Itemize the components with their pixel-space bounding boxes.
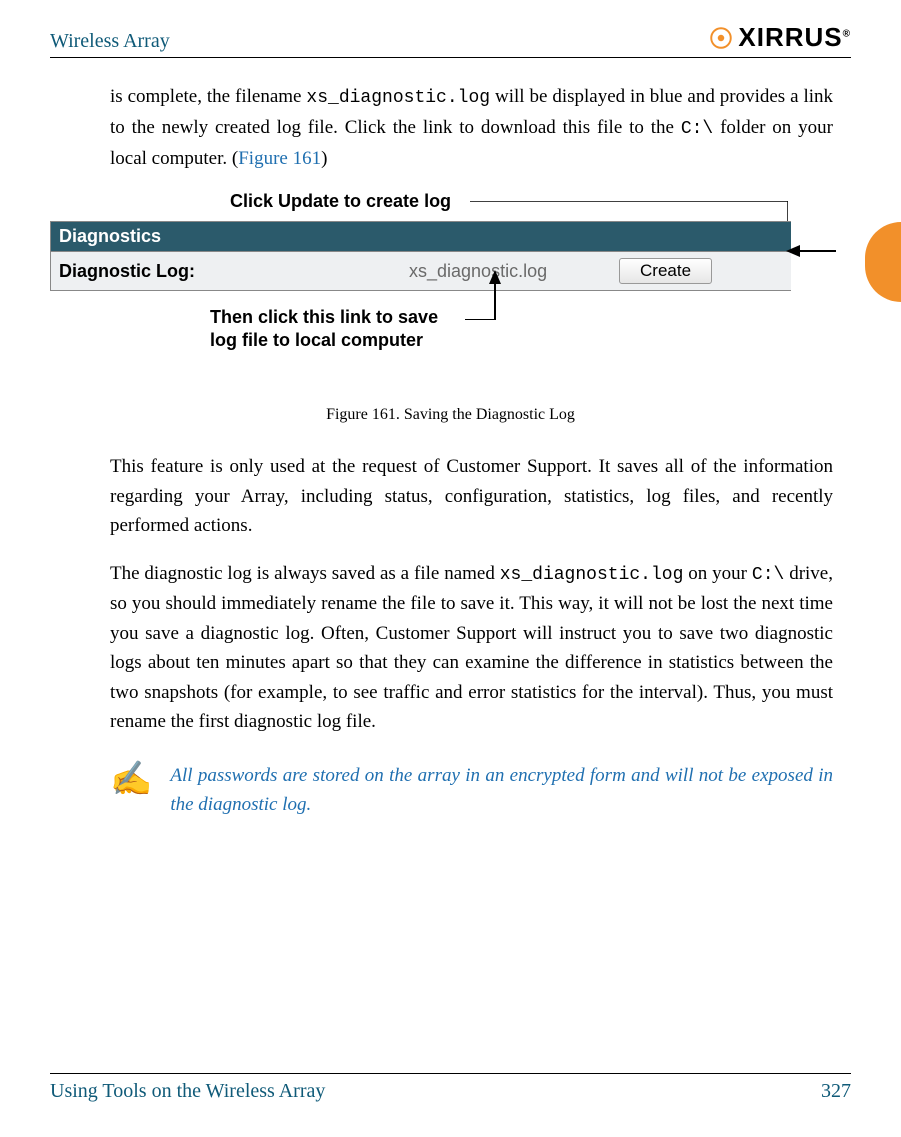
note-text: All passwords are stored on the array in…	[170, 761, 833, 820]
footer-section: Using Tools on the Wireless Array	[50, 1080, 325, 1103]
brand-mark-icon	[708, 25, 734, 51]
page-footer: Using Tools on the Wireless Array 327	[50, 1073, 851, 1103]
side-tab	[865, 222, 901, 302]
page-header: Wireless Array XIRRUS®	[50, 22, 851, 58]
paragraph-2: The diagnostic log is always saved as a …	[110, 559, 833, 737]
figure-caption: Figure 161. Saving the Diagnostic Log	[50, 406, 851, 424]
filename-code: xs_diagnostic.log	[306, 88, 490, 108]
brand-logo: XIRRUS®	[708, 22, 851, 53]
diagnostic-log-label: Diagnostic Log:	[59, 261, 409, 282]
diagnostic-file-link[interactable]: xs_diagnostic.log	[409, 261, 619, 282]
header-title: Wireless Array	[50, 30, 170, 53]
figure-161: Click Update to create log Diagnostics D…	[50, 191, 851, 424]
create-button[interactable]: Create	[619, 258, 712, 284]
annotation-top: Click Update to create log	[230, 191, 451, 212]
paragraph-1: This feature is only used at the request…	[110, 452, 833, 540]
filename-code-2: xs_diagnostic.log	[500, 565, 684, 585]
diagnostic-row: Diagnostic Log: xs_diagnostic.log Create	[51, 251, 791, 290]
intro-paragraph: is complete, the filename xs_diagnostic.…	[110, 82, 833, 173]
annotation-bottom: Then click this link to save log file to…	[210, 306, 438, 351]
diagnostics-panel: Diagnostics Diagnostic Log: xs_diagnosti…	[50, 221, 791, 291]
figure-reference[interactable]: Figure 161	[238, 148, 321, 169]
arrow-left-icon	[786, 241, 836, 261]
brand-name: XIRRUS®	[738, 22, 851, 53]
note-hand-icon: ✍	[110, 763, 152, 797]
note-block: ✍ All passwords are stored on the array …	[110, 761, 833, 820]
folder-code: C:\	[681, 119, 713, 139]
footer-page-number: 327	[821, 1080, 851, 1103]
drive-code: C:\	[752, 565, 784, 585]
panel-title: Diagnostics	[51, 222, 791, 251]
arrow-up-icon	[465, 270, 505, 320]
